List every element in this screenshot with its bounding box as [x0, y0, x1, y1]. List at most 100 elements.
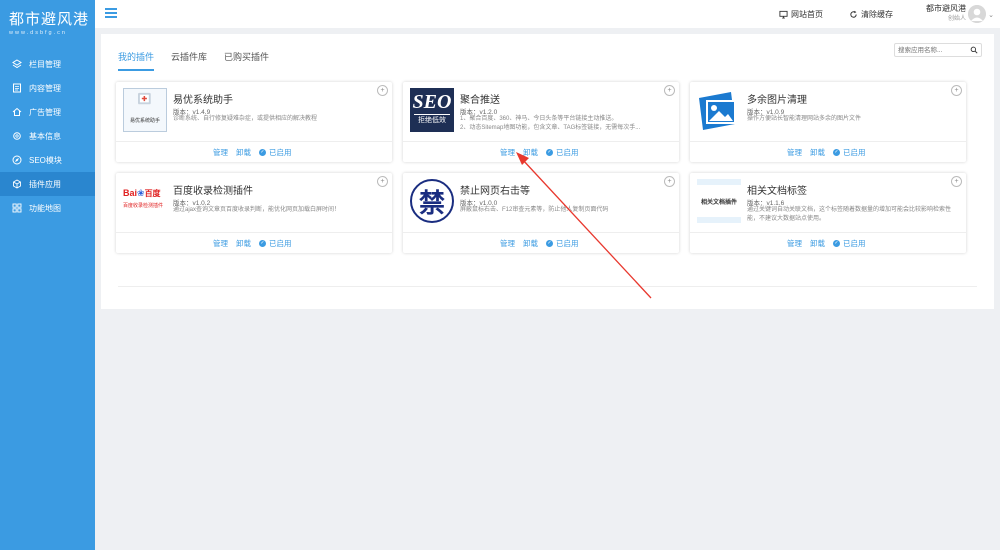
home-icon: [12, 107, 22, 117]
sidebar-item-label: 基本信息: [29, 131, 61, 141]
cube-icon: [12, 179, 22, 189]
sidebar-item-ads[interactable]: 广告管理: [0, 100, 95, 124]
user-role: 创始人: [947, 16, 966, 22]
manage-link[interactable]: 管理: [213, 238, 228, 249]
plugin-thumb-label: 易优系统助手: [129, 118, 160, 124]
tab-cloud-plugins[interactable]: 云插件库: [171, 50, 207, 71]
enabled-status: 已启用: [843, 148, 866, 157]
plugin-card: 易优系统助手 易优系统助手 版本：v1.4.9 诊断系统、自行修复疑难杂症，或提…: [116, 82, 392, 162]
plugin-actions: 管理 卸载 ✓ 已启用: [403, 232, 679, 253]
plus-icon[interactable]: +: [951, 85, 962, 96]
plugin-actions: 管理 卸载 ✓ 已启用: [690, 141, 966, 162]
manage-link[interactable]: 管理: [787, 238, 802, 249]
sidebar-item-label: SEO模块: [29, 155, 62, 165]
plugin-card: 多余图片清理 版本：v1.0.9 操作方便站长智能清理网站多余的图片文件 + 管…: [690, 82, 966, 162]
plugin-thumbnail: 相关文档插件: [697, 179, 741, 223]
sidebar-item-map[interactable]: 功能地图: [0, 196, 95, 220]
plugin-title: 易优系统助手: [173, 95, 233, 106]
plugin-actions: 管理 卸载 ✓ 已启用: [116, 141, 392, 162]
baidu-logo-text: Bai: [123, 188, 138, 198]
plugin-card: 相关文档插件 相关文档标签 版本：v1.1.6 通过关键词自动关联文档，这个标签…: [690, 173, 966, 253]
sidebar-item-label: 栏目管理: [29, 59, 61, 69]
plugin-card: Bai❀百度 百度收录检测插件 百度收录检测插件 版本：v1.0.2 通过aja…: [116, 173, 392, 253]
brand-logo[interactable]: 都市避风港 www.dsbfg.cn: [0, 0, 95, 48]
tab-my-plugins[interactable]: 我的插件: [118, 50, 155, 71]
plus-icon[interactable]: +: [951, 176, 962, 187]
tab-purchased-plugins[interactable]: 已购买插件: [224, 50, 269, 71]
monitor-icon: [779, 10, 788, 19]
gear-icon: [12, 131, 22, 141]
plugin-description: 诊断系统、自行修复疑难杂症，或提供相应的解决教程: [173, 116, 318, 122]
sidebar-item-content[interactable]: 内容管理: [0, 76, 95, 100]
top-header: 网站首页 清除缓存 都市避风港 创始人 ⌄: [95, 0, 1000, 28]
plugin-thumbnail: Bai❀百度 百度收录检测插件: [123, 179, 167, 223]
plugin-title: 多余图片清理: [747, 95, 807, 106]
plugin-thumb-sub: 拒绝低效: [414, 114, 450, 125]
clear-cache-button[interactable]: 清除缓存: [849, 9, 893, 20]
check-circle-icon: ✓: [546, 240, 553, 247]
plugin-description: 操作方便站长智能清理网站多余的图片文件: [747, 116, 862, 122]
menu-toggle-icon[interactable]: [105, 8, 117, 18]
divider: [118, 286, 977, 287]
enabled-status: 已启用: [269, 239, 292, 248]
plugin-actions: 管理 卸载 ✓ 已启用: [116, 232, 392, 253]
plus-icon[interactable]: +: [664, 176, 675, 187]
enabled-status: 已启用: [556, 148, 579, 157]
plugin-description: 屏蔽鼠标右击、F12审查元素等，防止他人复制页面代码: [460, 207, 609, 213]
avatar[interactable]: [968, 5, 986, 23]
sidebar: 都市避风港 www.dsbfg.cn 栏目管理 内容管理 广告管理 基本信息 S…: [0, 0, 95, 550]
site-home-button[interactable]: 网站首页: [779, 9, 823, 20]
uninstall-link[interactable]: 卸载: [236, 238, 251, 249]
layers-icon: [12, 59, 22, 69]
plugin-thumb-seo: SEO: [412, 91, 452, 113]
plugin-title: 聚合推送: [460, 95, 500, 106]
search-box: [894, 43, 982, 57]
check-circle-icon: ✓: [833, 240, 840, 247]
plugin-actions: 管理 卸载 ✓ 已启用: [690, 232, 966, 253]
plugin-title: 相关文档标签: [747, 186, 807, 197]
compass-icon: [12, 155, 22, 165]
plugin-title: 百度收录检测插件: [173, 186, 253, 197]
plugin-card: SEO 拒绝低效 聚合推送 版本：v1.2.0 1、聚合百度、360、神马、今日…: [403, 82, 679, 162]
uninstall-link[interactable]: 卸载: [523, 147, 538, 158]
refresh-icon: [850, 10, 857, 18]
sidebar-item-seo[interactable]: SEO模块: [0, 148, 95, 172]
uninstall-link[interactable]: 卸载: [810, 238, 825, 249]
chevron-down-icon[interactable]: ⌄: [988, 11, 994, 19]
sidebar-item-basic-info[interactable]: 基本信息: [0, 124, 95, 148]
plugin-thumb-label: 相关文档插件: [700, 199, 737, 206]
sidebar-item-plugins[interactable]: 插件应用: [0, 172, 95, 196]
user-info[interactable]: 都市避风港 创始人: [926, 4, 966, 24]
manage-link[interactable]: 管理: [213, 147, 228, 158]
plugin-description: 1、聚合百度、360、神马、今日头条等平台链接主动推送。 2、动态Sitemap…: [460, 116, 641, 131]
check-circle-icon: ✓: [259, 149, 266, 156]
enabled-status: 已启用: [269, 148, 292, 157]
plugin-title: 禁止网页右击等: [460, 186, 530, 197]
plus-icon[interactable]: +: [664, 85, 675, 96]
grid-icon: [12, 203, 22, 213]
forbid-glyph: 禁: [418, 187, 445, 218]
plugin-tabs: 我的插件 云插件库 已购买插件: [118, 50, 286, 71]
brand-url: www.dsbfg.cn: [9, 30, 67, 36]
brand-name: 都市避风港: [9, 12, 90, 28]
document-icon: [12, 83, 22, 93]
uninstall-link[interactable]: 卸载: [236, 147, 251, 158]
sidebar-item-label: 插件应用: [29, 179, 61, 189]
user-name: 都市避风港: [926, 4, 966, 13]
uninstall-link[interactable]: 卸载: [810, 147, 825, 158]
manage-link[interactable]: 管理: [787, 147, 802, 158]
manage-link[interactable]: 管理: [500, 147, 515, 158]
manage-link[interactable]: 管理: [500, 238, 515, 249]
site-home-label: 网站首页: [791, 10, 823, 19]
plus-icon[interactable]: +: [377, 176, 388, 187]
uninstall-link[interactable]: 卸载: [523, 238, 538, 249]
search-icon[interactable]: [970, 46, 978, 54]
plugin-description: 通过关键词自动关联文档，这个标签随着数据量的增加可能会比较影响检索性能，不建议大…: [747, 207, 952, 222]
plugin-actions: 管理 卸载 ✓ 已启用: [403, 141, 679, 162]
check-circle-icon: ✓: [259, 240, 266, 247]
sidebar-item-columns[interactable]: 栏目管理: [0, 52, 95, 76]
search-input[interactable]: [895, 44, 968, 56]
clear-cache-label: 清除缓存: [861, 10, 893, 19]
plus-icon[interactable]: +: [377, 85, 388, 96]
main-panel: 我的插件 云插件库 已购买插件 易优系统助手 易优系统助手 版本：v1.4.9 …: [101, 34, 994, 309]
